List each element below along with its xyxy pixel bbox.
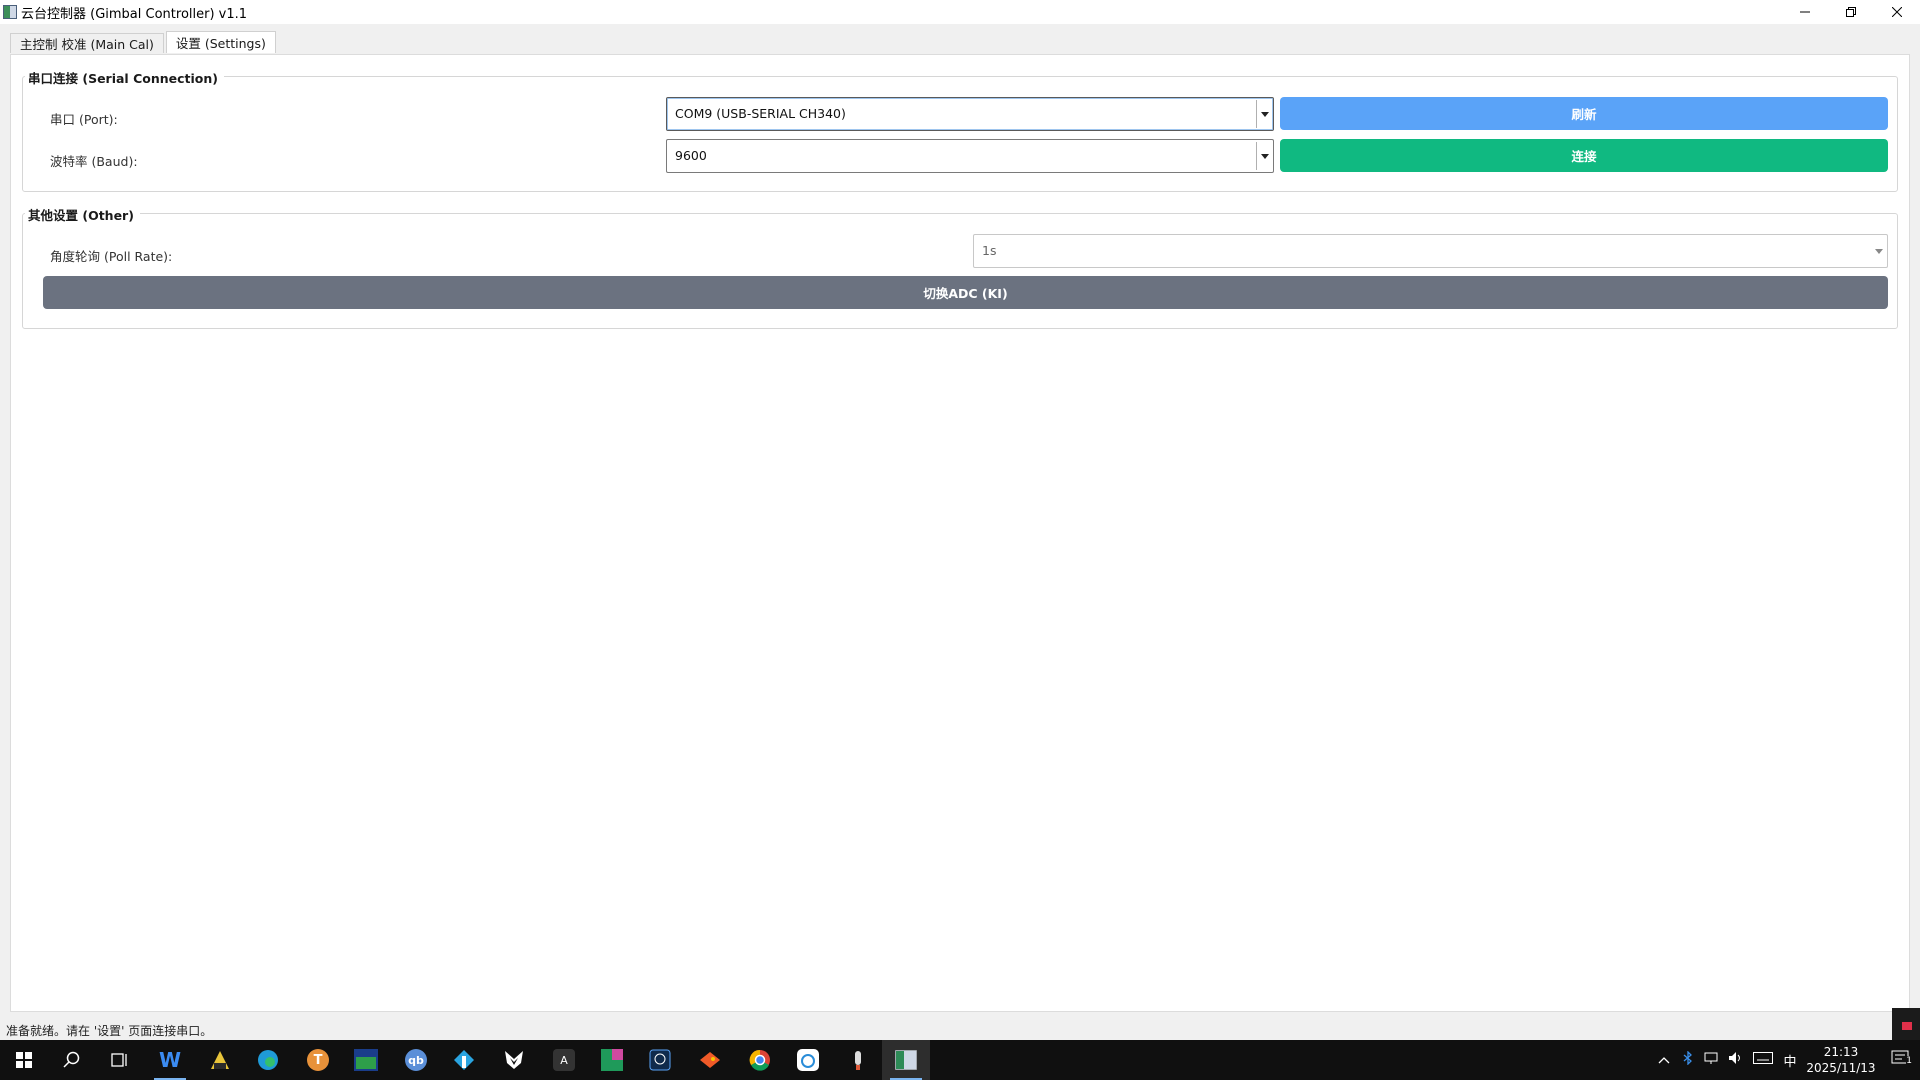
folder-icon	[211, 1051, 229, 1069]
taskbar-app-fox[interactable]	[490, 1040, 538, 1080]
baud-select[interactable]: 9600	[666, 139, 1274, 173]
port-select[interactable]: COM9 (USB-SERIAL CH340)	[666, 97, 1274, 131]
baud-label: 波特率 (Baud):	[50, 154, 138, 169]
edge-icon	[258, 1050, 278, 1070]
chrome-icon	[749, 1049, 770, 1071]
search-button[interactable]	[48, 1040, 96, 1080]
taskbar-app-rocket[interactable]	[834, 1040, 882, 1080]
clock-time: 21:13	[1823, 1045, 1859, 1059]
taskbar-gimbal-controller[interactable]	[882, 1040, 930, 1080]
taskbar-app-yellow[interactable]	[196, 1040, 244, 1080]
chevron-down-icon	[1256, 142, 1273, 170]
port-select-value: COM9 (USB-SERIAL CH340)	[675, 106, 846, 121]
title-bar: 云台控制器 (Gimbal Controller) v1.1	[0, 0, 1920, 24]
monitor-app-icon	[649, 1049, 671, 1071]
taskbar-app-monitor[interactable]	[636, 1040, 684, 1080]
clock[interactable]: 21:13 2025/11/13	[1802, 1044, 1880, 1076]
volume-icon[interactable]	[1724, 1051, 1748, 1069]
chevron-down-icon	[1256, 100, 1273, 128]
tab-settings[interactable]: 设置 (Settings)	[165, 31, 276, 53]
windows-logo-icon	[16, 1052, 32, 1068]
ime-indicator[interactable]: 中	[1778, 1051, 1802, 1070]
taskbar-edge[interactable]	[244, 1040, 292, 1080]
taskbar-app-orange[interactable]: T	[294, 1040, 342, 1080]
refresh-button[interactable]: 刷新	[1280, 97, 1888, 130]
status-bar: 准备就绪。请在 '设置' 页面连接串口。	[6, 1024, 213, 1038]
minimize-icon	[1800, 11, 1810, 13]
taskbar-app-green-grid[interactable]	[342, 1040, 390, 1080]
restore-button[interactable]	[1828, 0, 1874, 24]
restore-icon	[1846, 7, 1856, 17]
search-icon	[63, 1051, 80, 1068]
fox-icon	[505, 1051, 523, 1069]
taskbar-chrome[interactable]	[736, 1040, 784, 1080]
keyboard-icon[interactable]	[1748, 1052, 1778, 1068]
close-icon	[1892, 7, 1902, 17]
poll-rate-label: 角度轮询 (Poll Rate):	[50, 249, 173, 264]
corner-app-icon[interactable]	[1892, 1008, 1920, 1040]
taskbar-app-cloud[interactable]	[784, 1040, 832, 1080]
settings-panel: 串口连接 (Serial Connection) 串口 (Port): COM9…	[10, 54, 1910, 1012]
green-app-icon	[601, 1049, 623, 1071]
switch-adc-button[interactable]: 切换ADC (KI)	[43, 276, 1888, 309]
chevron-down-icon	[1871, 237, 1887, 265]
taskbar-app-blue[interactable]	[440, 1040, 488, 1080]
orange-app-icon: T	[307, 1049, 329, 1071]
taskbar-app-terminal[interactable]: A	[540, 1040, 588, 1080]
task-view-icon	[111, 1053, 127, 1067]
port-label: 串口 (Port):	[50, 112, 118, 127]
network-icon[interactable]	[1700, 1051, 1724, 1069]
word-icon: W	[158, 1048, 182, 1072]
taskbar: W T qb A 中 21:13 2025/11/13 1	[0, 1040, 1920, 1080]
taskbar-word[interactable]: W	[146, 1040, 194, 1080]
tab-bar: 主控制 校准 (Main Cal) 设置 (Settings)	[10, 31, 278, 54]
app-icon	[3, 5, 17, 19]
connect-button[interactable]: 连接	[1280, 139, 1888, 172]
notification-button[interactable]: 1	[1880, 1050, 1920, 1070]
taskbar-app-green[interactable]	[588, 1040, 636, 1080]
fish-icon	[700, 1052, 720, 1068]
taskbar-app-fish[interactable]	[686, 1040, 734, 1080]
grid-app-icon	[354, 1049, 378, 1071]
close-button[interactable]	[1874, 0, 1920, 24]
serial-connection-group: 串口连接 (Serial Connection) 串口 (Port): COM9…	[22, 68, 1898, 192]
notification-count: 1	[1906, 1056, 1912, 1066]
other-group-title: 其他设置 (Other)	[25, 205, 140, 224]
poll-rate-select[interactable]: 1s	[973, 234, 1888, 268]
terminal-icon: A	[553, 1049, 575, 1071]
serial-group-title: 串口连接 (Serial Connection)	[25, 68, 224, 87]
chevron-up-icon[interactable]	[1652, 1053, 1676, 1068]
bluetooth-icon[interactable]	[1676, 1050, 1700, 1069]
system-tray: 中 21:13 2025/11/13 1	[1652, 1040, 1920, 1080]
gimbal-app-icon	[895, 1050, 917, 1070]
start-button[interactable]	[0, 1040, 48, 1080]
rocket-icon	[855, 1051, 861, 1070]
minimize-button[interactable]	[1782, 0, 1828, 24]
qbittorrent-icon: qb	[405, 1049, 427, 1071]
task-view-button[interactable]	[96, 1040, 144, 1080]
cloud-icon	[797, 1049, 819, 1071]
clock-date: 2025/11/13	[1806, 1061, 1876, 1075]
window-title: 云台控制器 (Gimbal Controller) v1.1	[21, 6, 248, 22]
tab-main-cal[interactable]: 主控制 校准 (Main Cal)	[10, 33, 164, 53]
poll-rate-value: 1s	[982, 243, 997, 258]
baud-select-value: 9600	[675, 148, 707, 163]
blue-app-icon	[454, 1050, 474, 1070]
taskbar-qbittorrent[interactable]: qb	[392, 1040, 440, 1080]
other-settings-group: 其他设置 (Other) 角度轮询 (Poll Rate): 1s 切换ADC …	[22, 205, 1898, 329]
